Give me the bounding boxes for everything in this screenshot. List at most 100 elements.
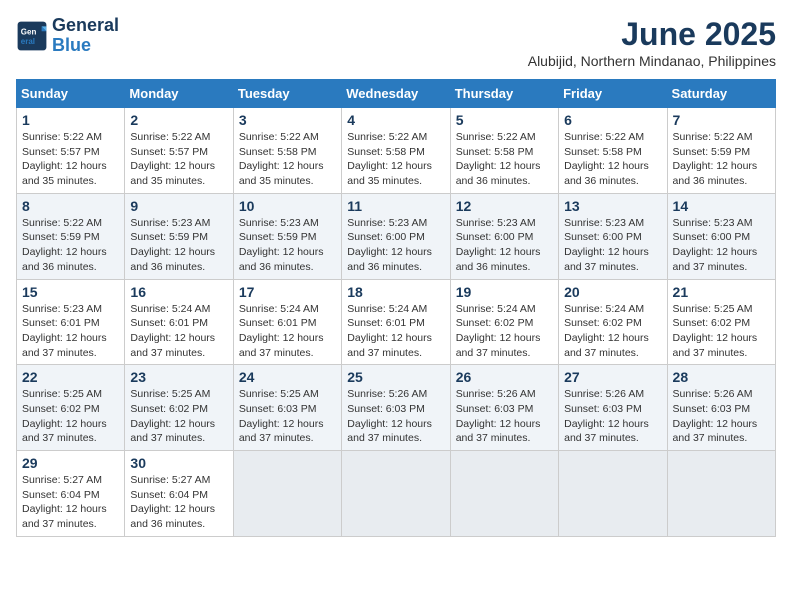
calendar-cell-28: 28 Sunrise: 5:26 AMSunset: 6:03 PMDayligh… <box>667 365 775 451</box>
day-number: 16 <box>130 284 227 300</box>
calendar-cell-11: 11 Sunrise: 5:23 AMSunset: 6:00 PMDayligh… <box>342 193 450 279</box>
day-number: 28 <box>673 369 770 385</box>
day-number: 11 <box>347 198 444 214</box>
day-info: Sunrise: 5:24 AMSunset: 6:01 PMDaylight:… <box>130 303 215 359</box>
day-info: Sunrise: 5:22 AMSunset: 5:58 PMDaylight:… <box>347 131 432 187</box>
day-info: Sunrise: 5:24 AMSunset: 6:01 PMDaylight:… <box>239 303 324 359</box>
calendar-cell-empty-3-3 <box>342 451 450 537</box>
day-info: Sunrise: 5:23 AMSunset: 6:00 PMDaylight:… <box>564 217 649 273</box>
col-monday: Monday <box>125 80 233 108</box>
calendar-cell-25: 25Sunrise: 5:26 AMSunset: 6:03 PMDayligh… <box>342 365 450 451</box>
day-info: Sunrise: 5:26 AMSunset: 6:03 PMDaylight:… <box>347 388 432 444</box>
day-number: 29 <box>22 455 119 471</box>
day-info: Sunrise: 5:25 AMSunset: 6:03 PMDaylight:… <box>239 388 324 444</box>
calendar-cell-12: 12Sunrise: 5:23 AMSunset: 6:00 PMDayligh… <box>450 193 558 279</box>
day-number: 14 <box>673 198 770 214</box>
location-title: Alubijid, Northern Mindanao, Philippines <box>528 53 776 69</box>
calendar-cell-27: 27 Sunrise: 5:26 AMSunset: 6:03 PMDayligh… <box>559 365 667 451</box>
day-info: Sunrise: 5:27 AMSunset: 6:04 PMDaylight:… <box>130 474 215 530</box>
col-saturday: Saturday <box>667 80 775 108</box>
logo-icon: Gen eral <box>16 20 48 52</box>
week-row-1: 1 Sunrise: 5:22 AMSunset: 5:57 PMDaylight… <box>17 108 776 194</box>
week-row-3: 15 Sunrise: 5:23 AMSunset: 6:01 PMDayligh… <box>17 279 776 365</box>
calendar-cell-29: 29 Sunrise: 5:27 AMSunset: 6:04 PMDayligh… <box>17 451 125 537</box>
day-number: 30 <box>130 455 227 471</box>
calendar-cell-14: 14Sunrise: 5:23 AMSunset: 6:00 PMDayligh… <box>667 193 775 279</box>
col-tuesday: Tuesday <box>233 80 341 108</box>
day-number: 23 <box>130 369 227 385</box>
day-number: 1 <box>22 112 119 128</box>
logo-text: General Blue <box>52 16 119 56</box>
day-info: Sunrise: 5:22 AMSunset: 5:58 PMDaylight:… <box>564 131 649 187</box>
calendar-cell-13: 13 Sunrise: 5:23 AMSunset: 6:00 PMDayligh… <box>559 193 667 279</box>
calendar-cell-30: 30 Sunrise: 5:27 AMSunset: 6:04 PMDayligh… <box>125 451 233 537</box>
calendar-cell-3: 3 Sunrise: 5:22 AMSunset: 5:58 PMDaylight… <box>233 108 341 194</box>
calendar-cell-19: 19 Sunrise: 5:24 AMSunset: 6:02 PMDayligh… <box>450 279 558 365</box>
calendar-cell-26: 26 Sunrise: 5:26 AMSunset: 6:03 PMDayligh… <box>450 365 558 451</box>
calendar-cell-1: 1Sunrise: 5:22 AMSunset: 5:57 PMDaylight… <box>17 108 125 194</box>
week-row-4: 22 Sunrise: 5:25 AMSunset: 6:02 PMDayligh… <box>17 365 776 451</box>
col-thursday: Thursday <box>450 80 558 108</box>
day-info: Sunrise: 5:26 AMSunset: 6:03 PMDaylight:… <box>456 388 541 444</box>
title-section: June 2025 Alubijid, Northern Mindanao, P… <box>528 16 776 69</box>
day-number: 21 <box>673 284 770 300</box>
day-number: 8 <box>22 198 119 214</box>
day-number: 5 <box>456 112 553 128</box>
day-number: 19 <box>456 284 553 300</box>
calendar-cell-22: 22Sunrise: 5:25 AMSunset: 6:02 PMDayligh… <box>17 365 125 451</box>
day-info: Sunrise: 5:25 AMSunset: 6:02 PMDaylight:… <box>130 388 215 444</box>
day-number: 3 <box>239 112 336 128</box>
col-sunday: Sunday <box>17 80 125 108</box>
calendar-cell-24: 24 Sunrise: 5:25 AMSunset: 6:03 PMDayligh… <box>233 365 341 451</box>
calendar-cell-8: 8 Sunrise: 5:22 AMSunset: 5:59 PMDaylight… <box>17 193 125 279</box>
day-number: 24 <box>239 369 336 385</box>
calendar-cell-10: 10Sunrise: 5:23 AMSunset: 5:59 PMDayligh… <box>233 193 341 279</box>
logo: Gen eral General Blue <box>16 16 119 56</box>
day-number: 26 <box>456 369 553 385</box>
calendar-cell-15: 15 Sunrise: 5:23 AMSunset: 6:01 PMDayligh… <box>17 279 125 365</box>
calendar-cell-2: 2 Sunrise: 5:22 AMSunset: 5:57 PMDaylight… <box>125 108 233 194</box>
calendar-cell-empty-3-4 <box>450 451 558 537</box>
day-info: Sunrise: 5:26 AMSunset: 6:03 PMDaylight:… <box>673 388 758 444</box>
day-info: Sunrise: 5:23 AMSunset: 6:00 PMDaylight:… <box>347 217 432 273</box>
col-friday: Friday <box>559 80 667 108</box>
calendar-cell-17: 17 Sunrise: 5:24 AMSunset: 6:01 PMDayligh… <box>233 279 341 365</box>
calendar-cell-20: 20Sunrise: 5:24 AMSunset: 6:02 PMDayligh… <box>559 279 667 365</box>
calendar-cell-18: 18Sunrise: 5:24 AMSunset: 6:01 PMDayligh… <box>342 279 450 365</box>
day-number: 9 <box>130 198 227 214</box>
col-wednesday: Wednesday <box>342 80 450 108</box>
day-number: 17 <box>239 284 336 300</box>
day-info: Sunrise: 5:27 AMSunset: 6:04 PMDaylight:… <box>22 474 107 530</box>
calendar-cell-4: 4 Sunrise: 5:22 AMSunset: 5:58 PMDaylight… <box>342 108 450 194</box>
day-info: Sunrise: 5:22 AMSunset: 5:59 PMDaylight:… <box>22 217 107 273</box>
day-number: 20 <box>564 284 661 300</box>
day-info: Sunrise: 5:22 AMSunset: 5:59 PMDaylight:… <box>673 131 758 187</box>
svg-text:eral: eral <box>21 37 35 46</box>
day-info: Sunrise: 5:23 AMSunset: 5:59 PMDaylight:… <box>130 217 215 273</box>
day-number: 27 <box>564 369 661 385</box>
month-title: June 2025 <box>528 16 776 53</box>
day-number: 13 <box>564 198 661 214</box>
day-info: Sunrise: 5:22 AMSunset: 5:57 PMDaylight:… <box>130 131 215 187</box>
week-row-5: 29 Sunrise: 5:27 AMSunset: 6:04 PMDayligh… <box>17 451 776 537</box>
day-number: 4 <box>347 112 444 128</box>
day-info: Sunrise: 5:24 AMSunset: 6:02 PMDaylight:… <box>456 303 541 359</box>
calendar-cell-9: 9 Sunrise: 5:23 AMSunset: 5:59 PMDaylight… <box>125 193 233 279</box>
day-info: Sunrise: 5:26 AMSunset: 6:03 PMDaylight:… <box>564 388 649 444</box>
calendar-cell-23: 23 Sunrise: 5:25 AMSunset: 6:02 PMDayligh… <box>125 365 233 451</box>
day-number: 2 <box>130 112 227 128</box>
day-info: Sunrise: 5:25 AMSunset: 6:02 PMDaylight:… <box>673 303 758 359</box>
calendar-cell-6: 6Sunrise: 5:22 AMSunset: 5:58 PMDaylight… <box>559 108 667 194</box>
calendar-cell-7: 7Sunrise: 5:22 AMSunset: 5:59 PMDaylight… <box>667 108 775 194</box>
week-row-2: 8 Sunrise: 5:22 AMSunset: 5:59 PMDaylight… <box>17 193 776 279</box>
day-number: 10 <box>239 198 336 214</box>
day-number: 15 <box>22 284 119 300</box>
day-number: 22 <box>22 369 119 385</box>
calendar-cell-empty-3-2 <box>233 451 341 537</box>
day-number: 18 <box>347 284 444 300</box>
page-header: Gen eral General Blue June 2025 Alubijid… <box>16 16 776 69</box>
calendar-header-row: Sunday Monday Tuesday Wednesday Thursday… <box>17 80 776 108</box>
calendar-cell-16: 16 Sunrise: 5:24 AMSunset: 6:01 PMDayligh… <box>125 279 233 365</box>
day-info: Sunrise: 5:23 AMSunset: 6:01 PMDaylight:… <box>22 303 107 359</box>
day-info: Sunrise: 5:22 AMSunset: 5:58 PMDaylight:… <box>239 131 324 187</box>
